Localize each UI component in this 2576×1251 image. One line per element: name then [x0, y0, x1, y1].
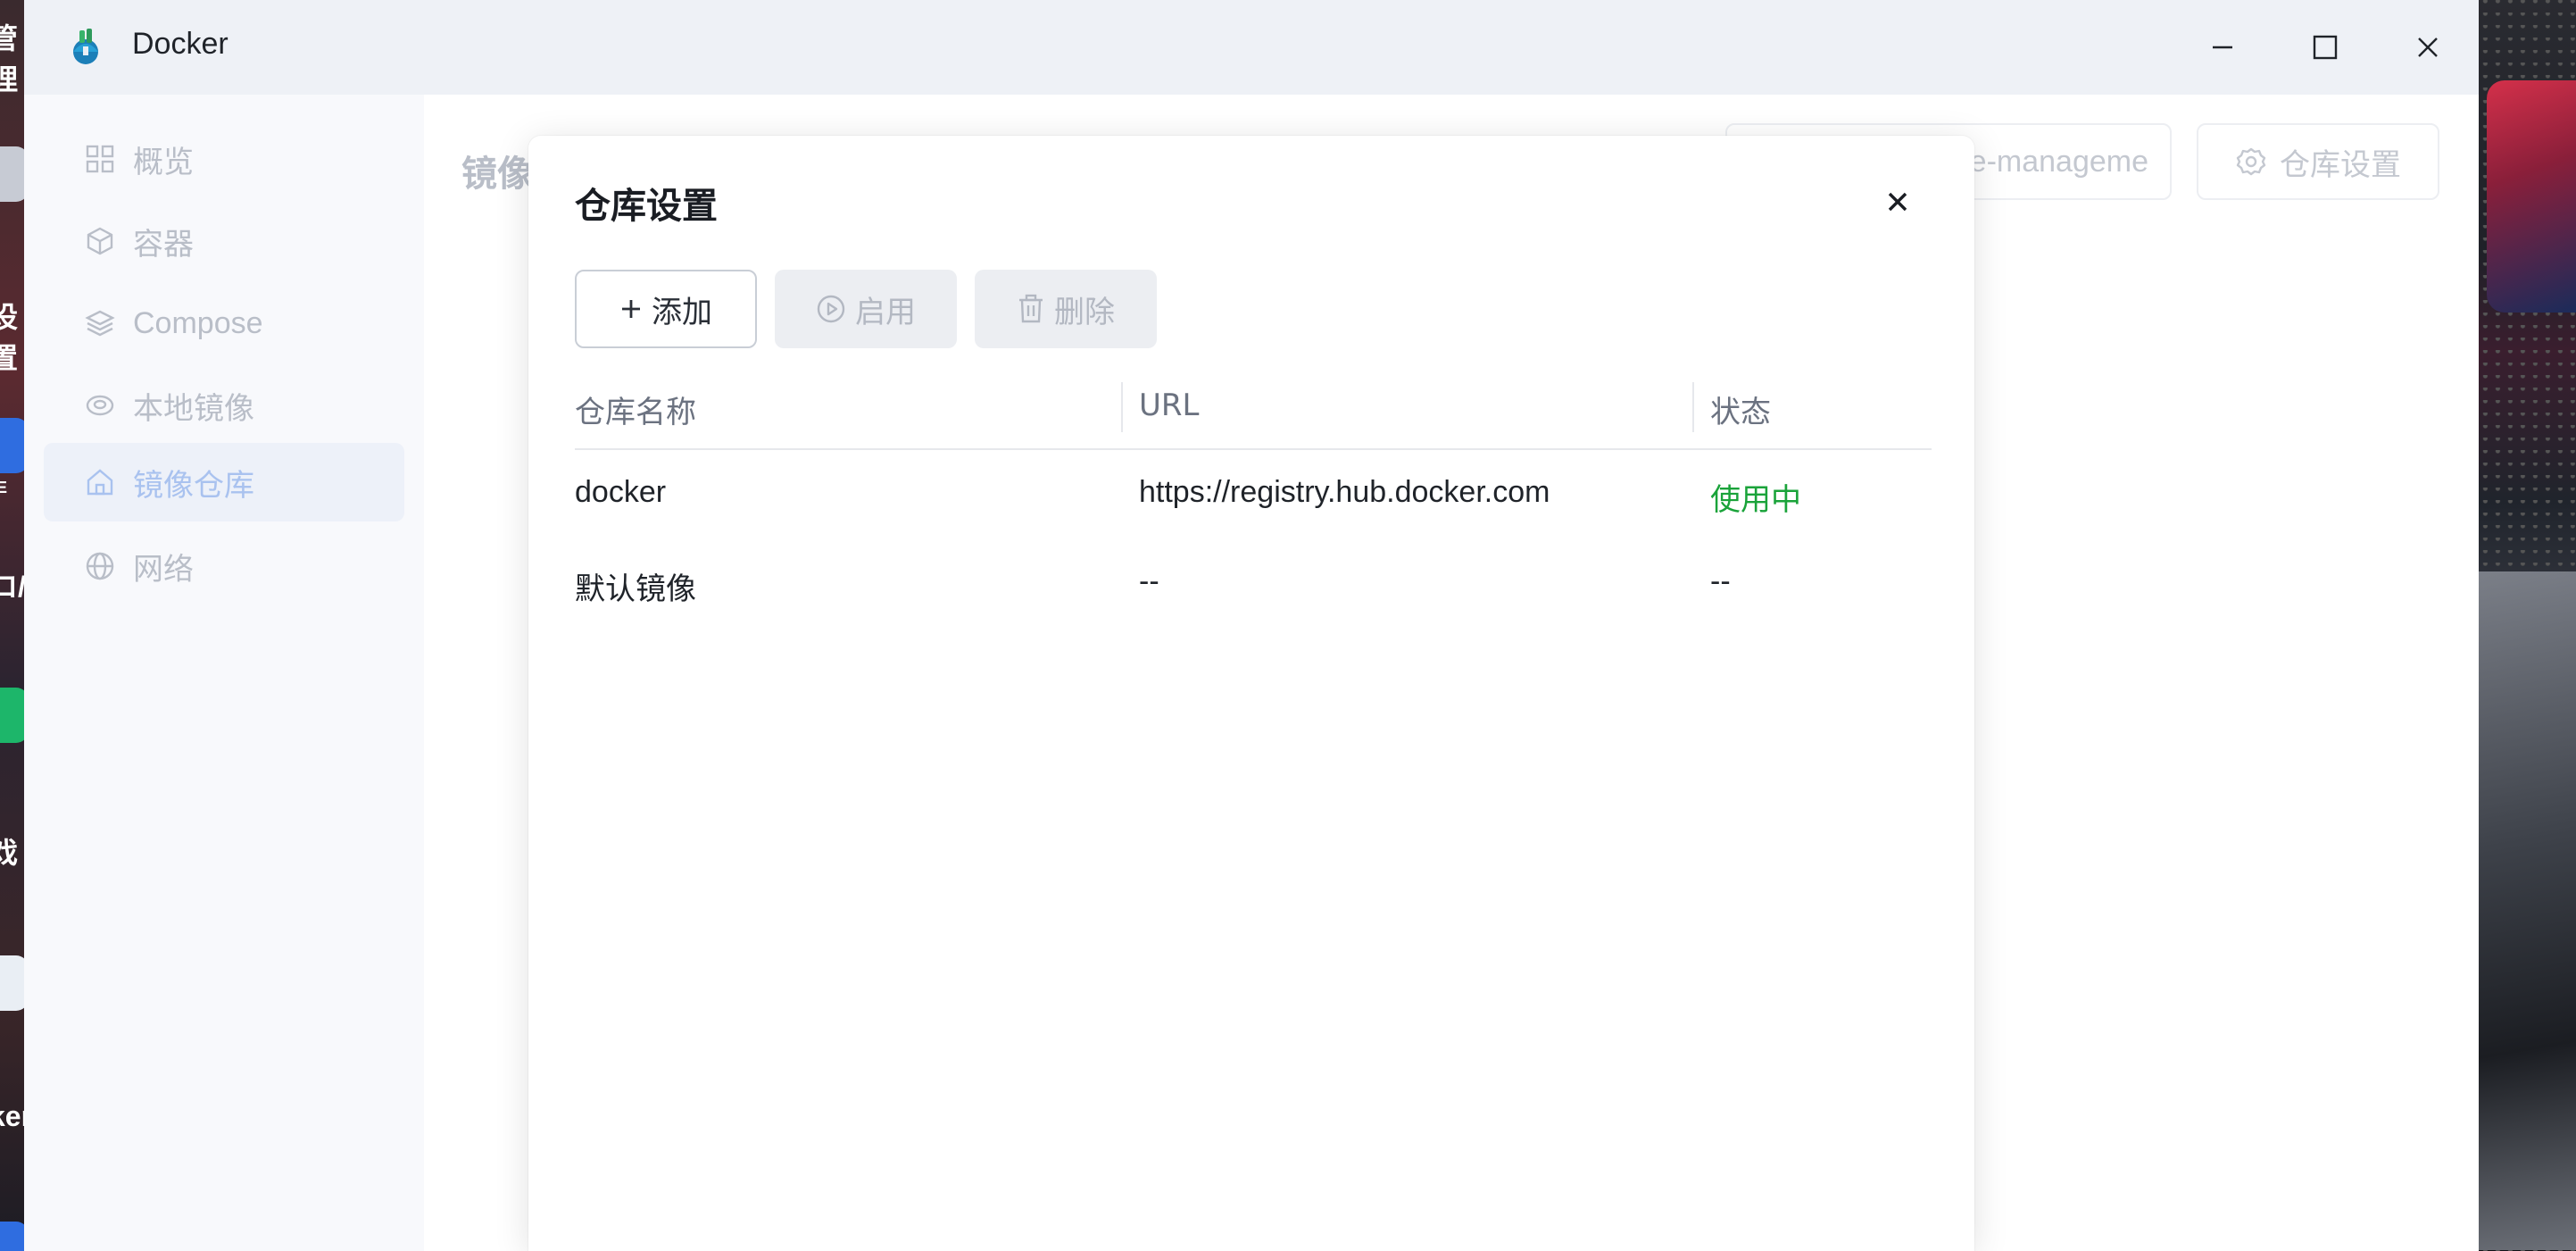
registry-url-cell: https://registry.hub.docker.com	[1139, 475, 1550, 509]
globe-icon	[86, 552, 114, 580]
enable-button-label: 启用	[855, 294, 916, 330]
delete-button-label: 删除	[1054, 294, 1115, 330]
sidebar-item-compose[interactable]: Compose	[44, 284, 404, 363]
table-row[interactable]: docker https://registry.hub.docker.com 使…	[575, 450, 1932, 539]
sidebar-item-label: 本地镜像	[133, 391, 254, 426]
column-header-url: URL	[1139, 388, 1200, 423]
table-header: 仓库名称 URL 状态	[575, 366, 1932, 450]
registry-url-cell: --	[1139, 564, 1159, 598]
play-circle-icon	[817, 295, 845, 323]
disc-icon	[86, 395, 114, 416]
repo-settings-label: 仓库设置	[2280, 146, 2401, 183]
close-icon	[2418, 38, 2438, 57]
search-input-value: e-manageme	[1969, 144, 2148, 179]
add-button-label: 添加	[652, 294, 712, 330]
wallpaper-decoration	[2478, 571, 2576, 1250]
close-window-button[interactable]	[2400, 20, 2456, 75]
registry-status-cell: 使用中	[1710, 483, 1801, 517]
trash-icon	[1019, 294, 1043, 323]
minimize-button[interactable]	[2195, 20, 2250, 75]
sidebar-item-overview[interactable]: 概览	[44, 120, 404, 198]
registry-status-cell: --	[1710, 564, 1731, 598]
sidebar-item-local-images[interactable]: 本地镜像	[44, 366, 404, 445]
cube-icon	[87, 227, 113, 255]
column-divider[interactable]	[1121, 382, 1123, 432]
close-icon	[1888, 192, 1907, 212]
window-title: Docker	[132, 27, 229, 61]
column-header-name: 仓库名称	[575, 395, 696, 430]
registry-table: 仓库名称 URL 状态 docker https://registry.hub.…	[575, 366, 1932, 629]
table-row[interactable]: 默认镜像 -- --	[575, 539, 1932, 629]
sidebar-item-label: 容器	[133, 227, 194, 262]
desktop-background-right	[2478, 0, 2576, 1251]
desktop-label: 戏	[0, 837, 19, 869]
minimize-icon	[2213, 46, 2232, 49]
desktop-label: E	[0, 479, 8, 496]
sidebar-item-label: 概览	[133, 145, 194, 179]
registry-name-cell: 默认镜像	[575, 572, 696, 606]
home-icon	[87, 469, 113, 496]
dialog-title: 仓库设置	[575, 186, 718, 227]
sidebar-item-containers[interactable]: 容器	[44, 202, 404, 280]
repo-settings-button[interactable]: 仓库设置	[2197, 123, 2439, 200]
page-title: 镜像	[461, 154, 533, 195]
desktop-label: ロ/	[0, 571, 26, 603]
grid-icon	[86, 145, 114, 173]
docker-logo-icon	[73, 29, 98, 64]
maximize-button[interactable]	[2298, 20, 2353, 75]
wallpaper-decoration	[2487, 80, 2576, 313]
sidebar-item-image-registry[interactable]: 镜像仓库	[44, 443, 404, 521]
sidebar-item-label: Compose	[133, 305, 263, 340]
registry-name-cell: docker	[575, 475, 667, 509]
sidebar-item-network[interactable]: 网络	[44, 527, 404, 605]
dialog-close-button[interactable]	[1878, 182, 1917, 221]
repo-settings-dialog: 仓库设置 添加 启用 删除 仓库名称 URL 状态 docker https:/…	[528, 136, 1974, 1251]
enable-registry-button[interactable]: 启用	[775, 270, 957, 348]
plus-icon	[622, 300, 640, 318]
add-registry-button[interactable]: 添加	[575, 270, 757, 348]
delete-registry-button[interactable]: 删除	[975, 270, 1157, 348]
sidebar-item-label: 镜像仓库	[133, 468, 254, 503]
layers-icon	[85, 310, 115, 337]
maximize-icon	[2313, 35, 2338, 60]
sidebar: 概览 容器 Compose 本地镜像 镜像仓库 网络	[24, 95, 424, 1251]
title-bar[interactable]: Docker	[24, 0, 2479, 95]
sidebar-item-label: 网络	[133, 552, 194, 587]
gear-icon	[2236, 147, 2266, 176]
column-divider[interactable]	[1692, 382, 1694, 432]
column-header-status: 状态	[1710, 395, 1771, 430]
